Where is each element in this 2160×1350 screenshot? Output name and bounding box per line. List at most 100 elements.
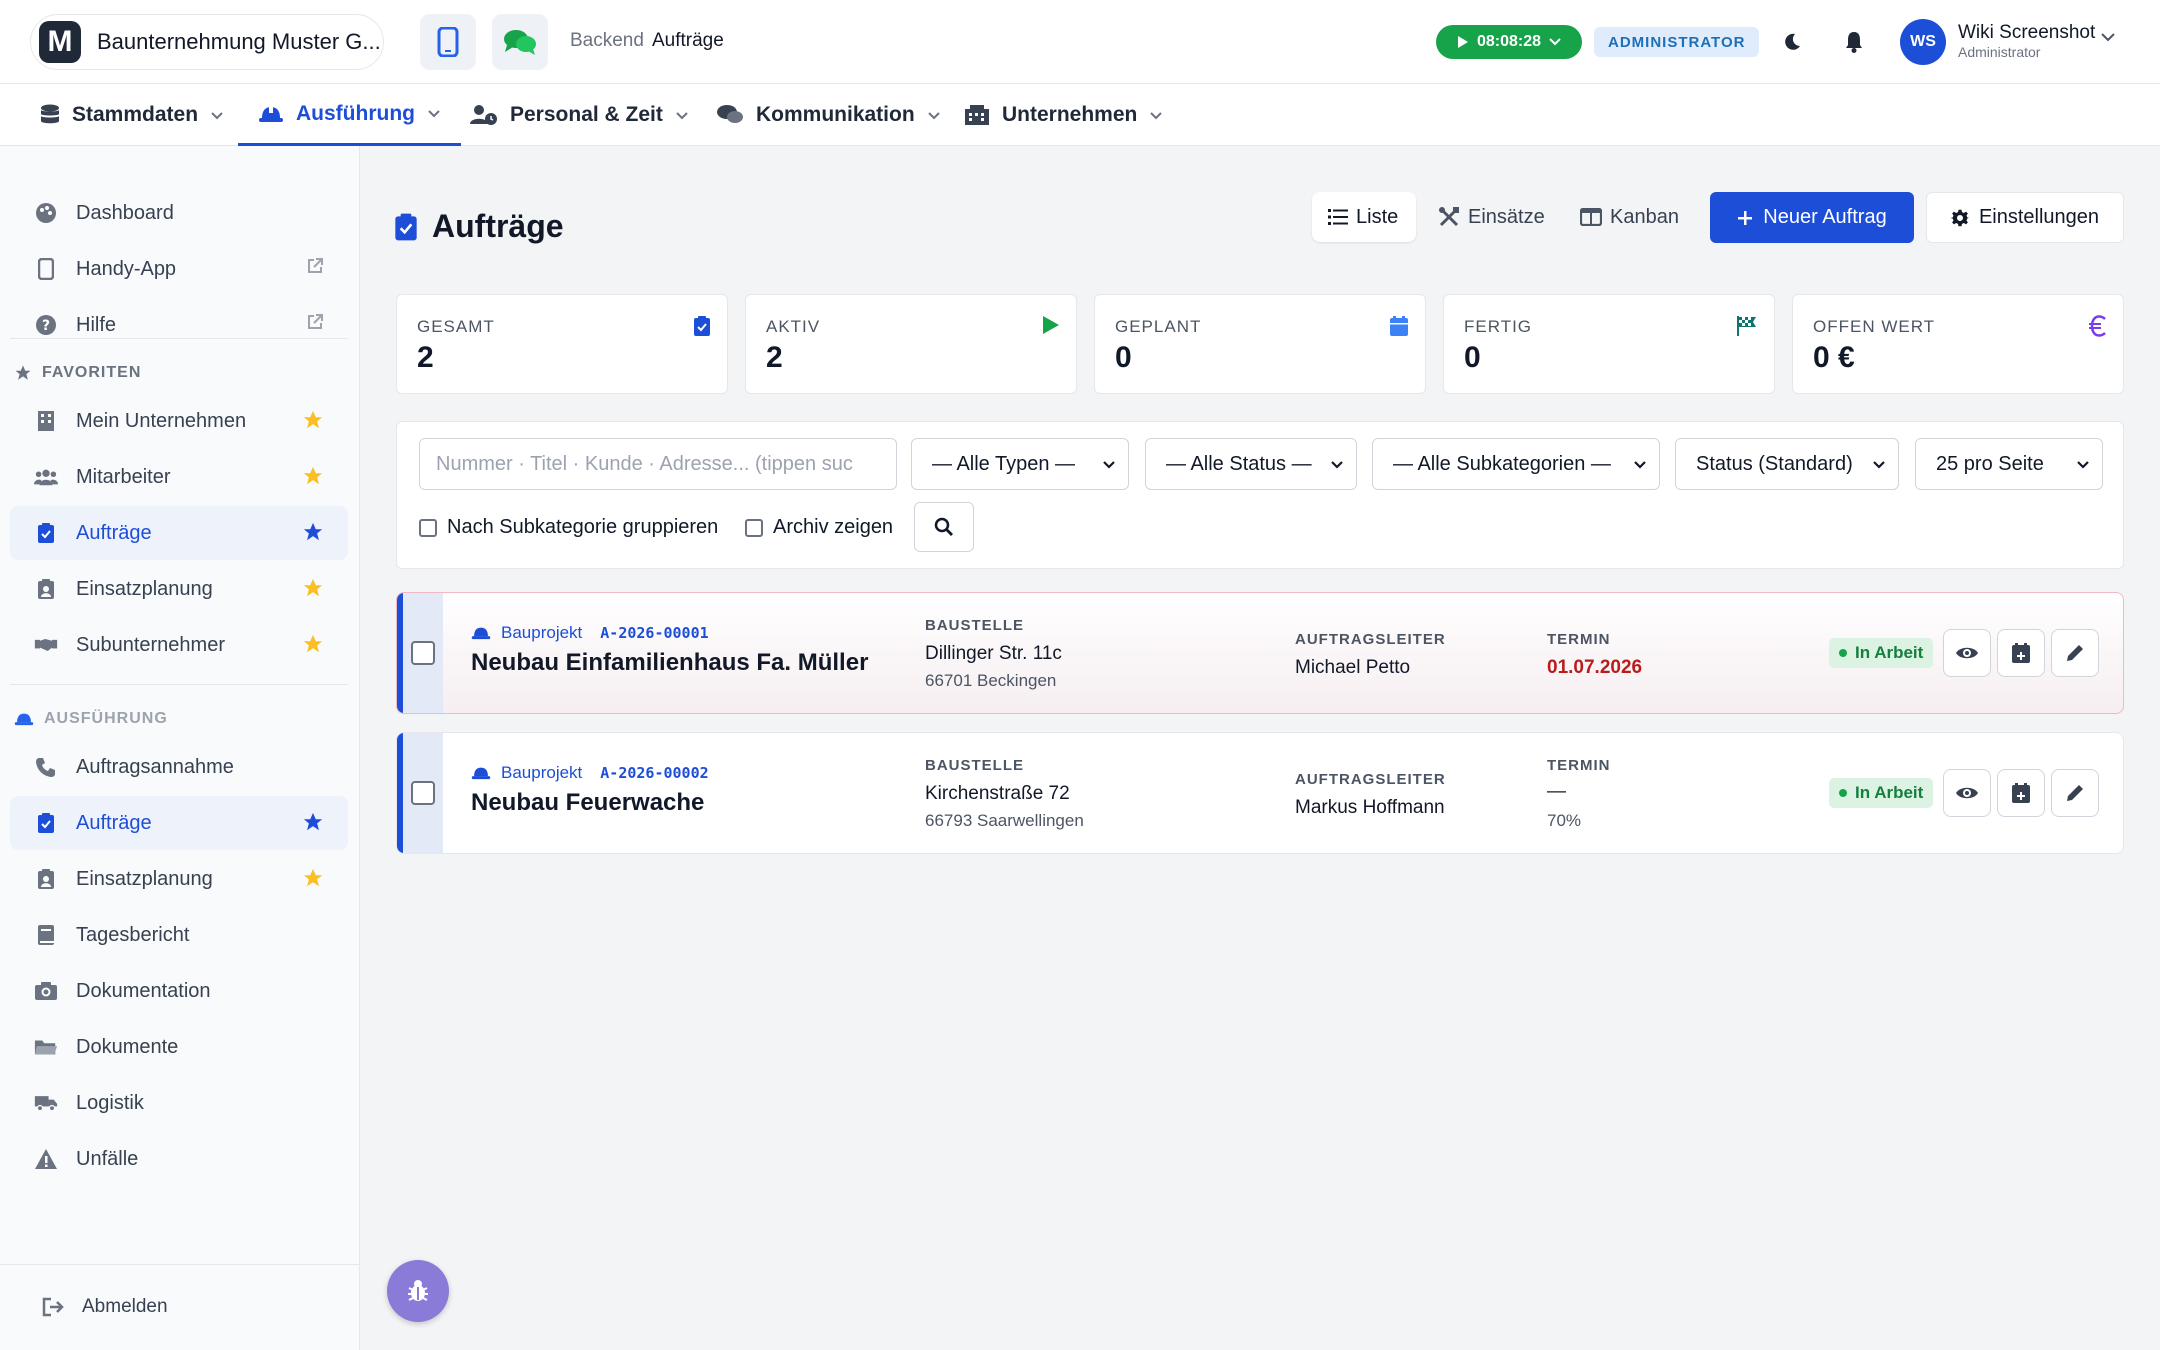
sidebar-item-einsatzplanung-favorite[interactable]: Einsatzplanung: [10, 562, 348, 616]
edit-order-button[interactable]: [2051, 629, 2099, 677]
edit-order-button[interactable]: [2051, 769, 2099, 817]
chevron-down-icon[interactable]: [2100, 32, 2116, 42]
date-label: TERMIN: [1547, 631, 1611, 648]
sort-select[interactable]: Status (Standard): [1675, 438, 1899, 490]
table-row[interactable]: Bauprojekt A-2026-00002 Neubau Feuerwach…: [396, 732, 2124, 854]
chevron-down-icon: [927, 111, 940, 119]
view-kanban-button[interactable]: Kanban: [1564, 192, 1695, 242]
date-label: TERMIN: [1547, 757, 1611, 774]
order-number[interactable]: A-2026-00002: [600, 764, 708, 782]
search-button[interactable]: [914, 502, 974, 552]
sidebar-item-logistik[interactable]: Logistik: [10, 1076, 348, 1130]
status-dot: [1839, 789, 1847, 797]
notifications-button[interactable]: [1840, 28, 1868, 56]
star-icon[interactable]: [302, 409, 324, 431]
view-list-label: Liste: [1356, 205, 1399, 228]
sidebar-item-unfaelle[interactable]: Unfälle: [10, 1132, 348, 1186]
sidebar-item-handy-app[interactable]: Handy-App: [10, 242, 348, 296]
breadcrumb: Backend Aufträge: [570, 30, 724, 52]
view-order-button[interactable]: [1943, 629, 1991, 677]
handshake-icon: [34, 639, 58, 651]
subcategory-select[interactable]: — Alle Subkategorien —: [1372, 438, 1660, 490]
sidebar-item-einsatzplanung[interactable]: Einsatzplanung: [10, 852, 348, 906]
new-order-button[interactable]: Neuer Auftrag: [1710, 192, 1914, 243]
section-title: FAVORITEN: [42, 364, 142, 381]
star-icon[interactable]: [302, 867, 324, 889]
sidebar-item-auftraege[interactable]: Aufträge: [10, 796, 348, 850]
sidebar-item-dokumentation[interactable]: Dokumentation: [10, 964, 348, 1018]
sidebar-item-label: Subunternehmer: [76, 633, 225, 656]
euro-icon: [2089, 315, 2106, 337]
logout-button[interactable]: Abmelden: [42, 1296, 168, 1318]
status-select[interactable]: — Alle Status —: [1145, 438, 1357, 490]
mobile-app-button[interactable]: [420, 14, 476, 70]
chat-button[interactable]: [492, 14, 548, 70]
sidebar-item-mein-unternehmen[interactable]: Mein Unternehmen: [10, 394, 348, 448]
archive-checkbox[interactable]: [745, 518, 763, 537]
sidebar-divider: [10, 338, 348, 339]
nav-unternehmen[interactable]: Unternehmen: [964, 84, 1163, 146]
settings-button[interactable]: Einstellungen: [1926, 192, 2124, 243]
nav-kommunikation[interactable]: Kommunikation: [716, 84, 941, 146]
sidebar-item-auftraege-favorite[interactable]: Aufträge: [10, 506, 348, 560]
view-order-button[interactable]: [1943, 769, 1991, 817]
flag-checkered-icon: [1737, 316, 1756, 336]
sidebar: Dashboard Handy-App ? Hilfe FAVORITEN Me…: [0, 146, 360, 1350]
view-list-button[interactable]: Liste: [1312, 192, 1416, 242]
search-input[interactable]: [419, 438, 897, 490]
warning-icon: [35, 1149, 57, 1169]
type-select[interactable]: — Alle Typen —: [911, 438, 1129, 490]
row-checkbox[interactable]: [411, 641, 435, 665]
star-icon[interactable]: [302, 633, 324, 655]
row-checkbox[interactable]: [411, 781, 435, 805]
group-by-subcategory-toggle[interactable]: Nach Subkategorie gruppieren: [419, 516, 718, 539]
order-title[interactable]: Neubau Feuerwache: [471, 789, 704, 817]
view-einsaetze-button[interactable]: Einsätze: [1422, 192, 1561, 242]
group-checkbox[interactable]: [419, 518, 437, 537]
sidebar-item-auftragsannahme[interactable]: Auftragsannahme: [10, 740, 348, 794]
star-icon[interactable]: [302, 811, 324, 833]
chat-icon: [504, 30, 536, 55]
stat-value: 0: [1464, 341, 1481, 374]
bug-report-button[interactable]: [387, 1260, 449, 1322]
order-number[interactable]: A-2026-00001: [600, 624, 708, 642]
bug-icon: [408, 1280, 428, 1301]
status-label: In Arbeit: [1855, 783, 1924, 802]
play-icon: [1043, 316, 1059, 334]
chevron-down-icon: [1873, 460, 1885, 469]
sidebar-item-mitarbeiter[interactable]: Mitarbeiter: [10, 450, 348, 504]
main-nav: Stammdaten Ausführung Personal & Zeit Ko…: [0, 84, 2160, 146]
time-tracker-button[interactable]: 08:08:28: [1436, 25, 1582, 59]
sidebar-item-dashboard[interactable]: Dashboard: [10, 186, 348, 240]
dark-mode-toggle[interactable]: [1778, 28, 1806, 56]
site-label: BAUSTELLE: [925, 617, 1024, 634]
sidebar-item-tagesbericht[interactable]: Tagesbericht: [10, 908, 348, 962]
table-row[interactable]: Bauprojekt A-2026-00001 Neubau Einfamili…: [396, 592, 2124, 714]
status-select-value: — Alle Status —: [1166, 452, 1312, 475]
schedule-order-button[interactable]: [1997, 629, 2045, 677]
avatar[interactable]: WS: [1900, 19, 1946, 65]
sidebar-item-subunternehmer[interactable]: Subunternehmer: [10, 618, 348, 672]
breadcrumb-root[interactable]: Backend: [570, 30, 644, 51]
calendar-plus-icon: [2012, 783, 2030, 803]
company-logo: M: [39, 21, 81, 63]
sidebar-item-hilfe[interactable]: ? Hilfe: [10, 298, 348, 352]
per-page-select[interactable]: 25 pro Seite: [1915, 438, 2103, 490]
star-icon[interactable]: [302, 577, 324, 599]
chevron-down-icon: [1549, 38, 1561, 46]
star-icon[interactable]: [302, 465, 324, 487]
stat-value: 2: [766, 341, 783, 374]
nav-ausfuehrung[interactable]: Ausführung: [238, 84, 461, 146]
sidebar-divider: [10, 684, 348, 685]
sidebar-item-label: Mitarbeiter: [76, 465, 171, 488]
nav-stammdaten[interactable]: Stammdaten: [40, 84, 224, 146]
sidebar-item-dokumente[interactable]: Dokumente: [10, 1020, 348, 1074]
user-name[interactable]: Wiki Screenshot: [1958, 22, 2095, 44]
show-archive-toggle[interactable]: Archiv zeigen: [745, 516, 893, 539]
schedule-order-button[interactable]: [1997, 769, 2045, 817]
company-switcher[interactable]: M Baunternehmung Muster G...: [30, 14, 384, 70]
nav-personal-zeit[interactable]: Personal & Zeit: [470, 84, 689, 146]
star-icon[interactable]: [302, 521, 324, 543]
building-icon: [38, 411, 54, 431]
order-title[interactable]: Neubau Einfamilienhaus Fa. Müller: [471, 649, 868, 677]
